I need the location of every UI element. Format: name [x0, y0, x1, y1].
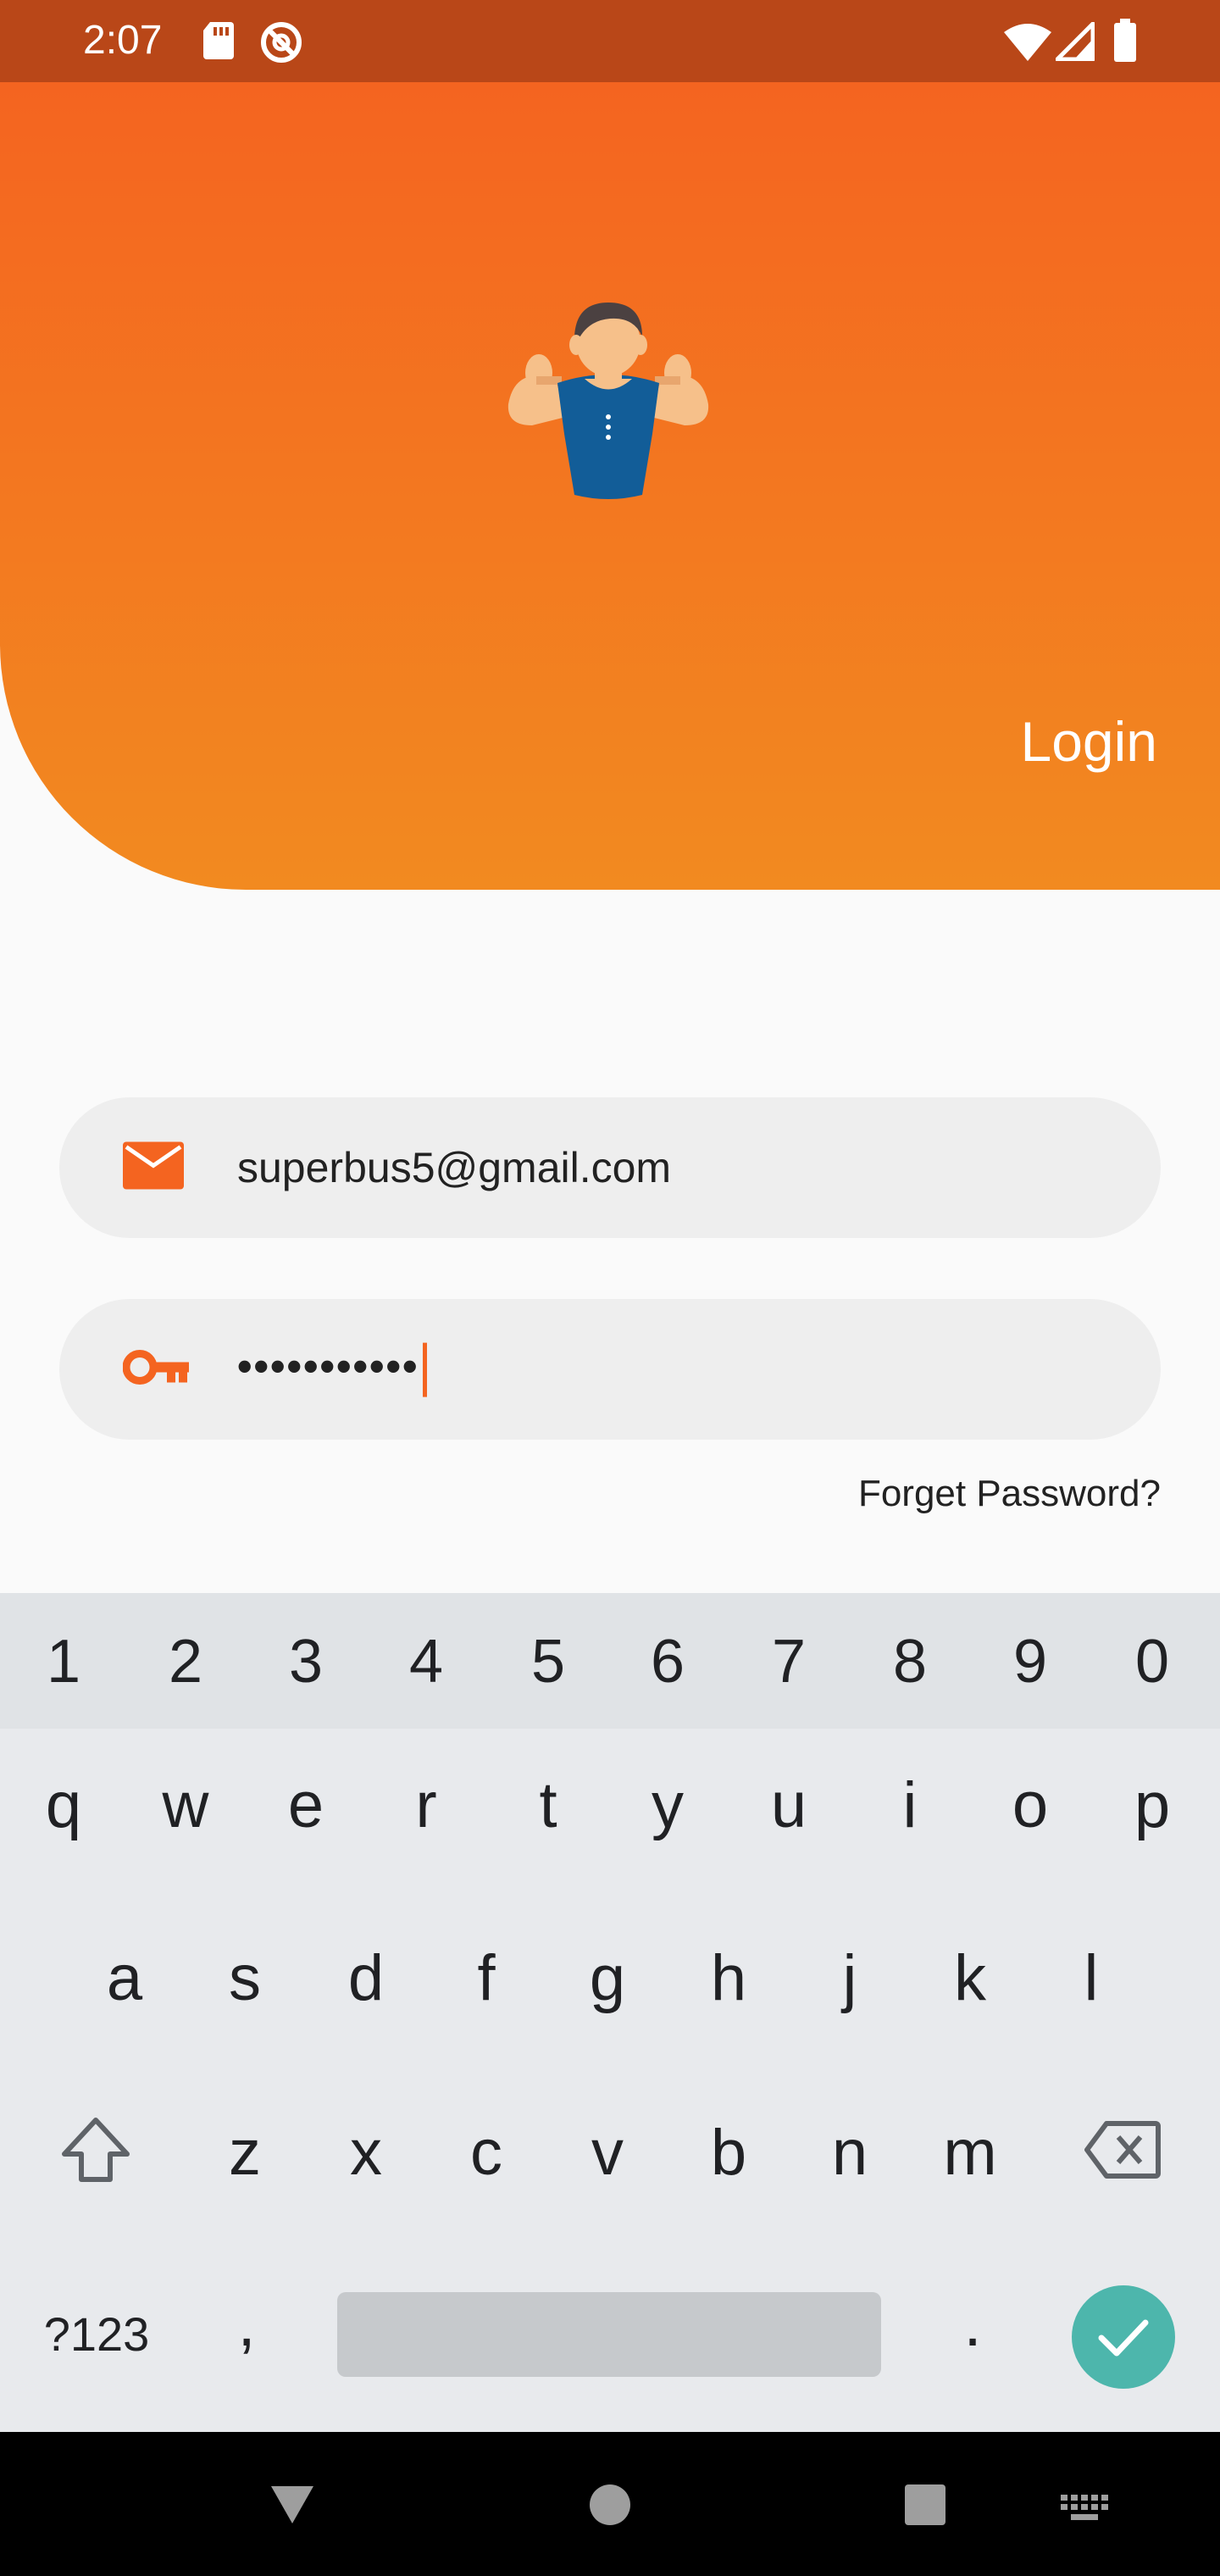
key-x[interactable]: x	[319, 2115, 413, 2191]
wifi-icon	[1004, 24, 1051, 65]
mail-icon	[123, 1141, 184, 1194]
key-o[interactable]: o	[984, 1768, 1077, 1844]
password-field[interactable]: •••••••••••	[59, 1299, 1161, 1440]
key-7[interactable]: 7	[742, 1624, 835, 1700]
status-bar: 2:07	[0, 0, 1220, 82]
text-cursor	[422, 1342, 427, 1397]
key-l[interactable]: l	[1045, 1940, 1138, 2017]
symbols-key[interactable]: ?123	[29, 2296, 164, 2373]
soft-keyboard: 1 2 3 4 5 6 7 8 9 0 q w e r t y u i o p …	[0, 1593, 1220, 2432]
key-m[interactable]: m	[923, 2115, 1017, 2191]
key-r[interactable]: r	[380, 1768, 473, 1844]
keyboard-switch-icon[interactable]	[1059, 2491, 1110, 2529]
key-q[interactable]: q	[17, 1768, 110, 1844]
key-c[interactable]: c	[440, 2115, 533, 2191]
key-comma[interactable]: ,	[200, 2286, 293, 2362]
key-z[interactable]: z	[198, 2115, 291, 2191]
key-4[interactable]: 4	[380, 1624, 473, 1700]
email-field[interactable]: superbus5@gmail.com	[59, 1097, 1161, 1238]
key-u[interactable]: u	[742, 1768, 835, 1844]
key-6[interactable]: 6	[621, 1624, 714, 1700]
battery-icon	[1112, 19, 1138, 67]
do-not-disturb-icon	[259, 20, 303, 69]
email-value: superbus5@gmail.com	[237, 1144, 672, 1191]
key-1[interactable]: 1	[17, 1624, 110, 1700]
key-0[interactable]: 0	[1106, 1624, 1199, 1700]
recents-icon[interactable]	[903, 2483, 947, 2531]
key-a[interactable]: a	[78, 1940, 171, 2017]
status-time: 2:07	[83, 18, 163, 63]
key-y[interactable]: y	[621, 1768, 714, 1844]
home-icon[interactable]	[588, 2483, 632, 2531]
key-icon	[122, 1349, 191, 1391]
key-h[interactable]: h	[682, 1940, 775, 2017]
signal-icon	[1055, 21, 1095, 65]
key-t[interactable]: t	[502, 1768, 595, 1844]
number-row: 1 2 3 4 5 6 7 8 9 0	[0, 1593, 1220, 1729]
sd-card-icon	[202, 20, 236, 65]
header-banner: Login	[0, 82, 1220, 890]
key-s[interactable]: s	[198, 1940, 291, 2017]
password-dots: •••••••••••	[237, 1342, 419, 1391]
muscle-man-icon	[507, 298, 710, 506]
navigation-bar	[0, 2432, 1220, 2576]
forget-password-link[interactable]: Forget Password?	[858, 1473, 1161, 1515]
key-period[interactable]: .	[926, 2286, 1019, 2362]
key-w[interactable]: w	[139, 1768, 232, 1844]
key-b[interactable]: b	[682, 2115, 775, 2191]
key-i[interactable]: i	[863, 1768, 957, 1844]
key-f[interactable]: f	[440, 1940, 533, 2017]
key-p[interactable]: p	[1106, 1768, 1199, 1844]
key-8[interactable]: 8	[863, 1624, 957, 1700]
key-j[interactable]: j	[803, 1940, 896, 2017]
login-title: Login	[1020, 710, 1158, 773]
key-n[interactable]: n	[803, 2115, 896, 2191]
key-9[interactable]: 9	[984, 1624, 1077, 1700]
shift-icon[interactable]	[49, 2112, 142, 2188]
key-k[interactable]: k	[923, 1940, 1017, 2017]
key-g[interactable]: g	[561, 1940, 654, 2017]
key-d[interactable]: d	[319, 1940, 413, 2017]
backspace-icon[interactable]	[1076, 2112, 1169, 2188]
key-3[interactable]: 3	[259, 1624, 352, 1700]
key-5[interactable]: 5	[502, 1624, 595, 1700]
key-v[interactable]: v	[561, 2115, 654, 2191]
space-bar[interactable]	[337, 2292, 881, 2377]
key-2[interactable]: 2	[139, 1624, 232, 1700]
enter-key[interactable]	[1072, 2285, 1175, 2389]
back-icon[interactable]	[268, 2483, 317, 2531]
password-value: •••••••••••	[237, 1342, 427, 1397]
check-icon	[1098, 2318, 1149, 2361]
key-e[interactable]: e	[259, 1768, 352, 1844]
